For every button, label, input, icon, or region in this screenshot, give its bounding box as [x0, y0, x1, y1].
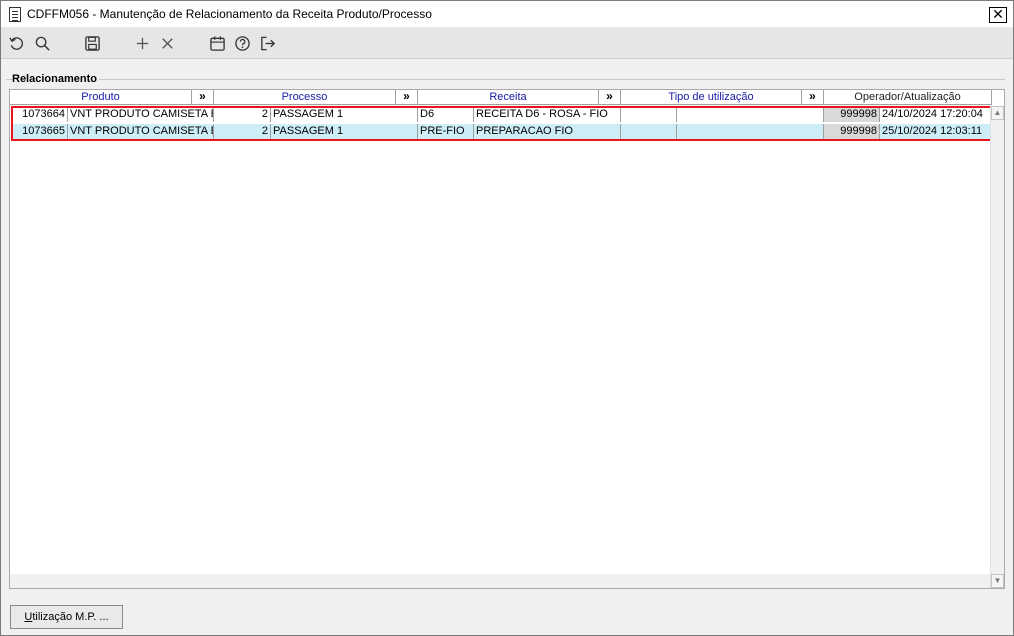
receita-desc-cell[interactable]: PREPARACAO FIO [474, 124, 621, 139]
produto-code-cell[interactable]: 1073665 [11, 124, 68, 139]
save-icon[interactable] [83, 34, 101, 52]
processo-code-cell[interactable]: 2 [214, 124, 271, 139]
tipo-desc-cell[interactable] [677, 107, 824, 122]
relationship-grid[interactable]: Produto » Processo » Receita » Tipo de u… [9, 89, 1005, 589]
tipo-desc-cell[interactable] [677, 124, 824, 139]
header-tipo-more[interactable]: » [802, 90, 824, 105]
header-produto[interactable]: Produto [10, 90, 192, 105]
scroll-down-icon[interactable]: ▼ [991, 574, 1004, 588]
button-label: tilização M.P. ... [32, 611, 109, 623]
table-row-selected[interactable]: 1073665 VNT PRODUTO CAMISETA ES 2 PASSAG… [11, 123, 991, 140]
header-produto-more[interactable]: » [192, 90, 214, 105]
help-icon[interactable] [233, 34, 251, 52]
receita-code-cell[interactable]: D6 [418, 107, 474, 122]
header-processo-more[interactable]: » [396, 90, 418, 105]
horizontal-scroll-strip [10, 574, 990, 588]
add-icon[interactable] [133, 34, 151, 52]
group-separator [6, 79, 1005, 80]
refresh-icon[interactable] [7, 34, 25, 52]
window-title: CDFFM056 - Manutenção de Relacionamento … [27, 7, 432, 21]
header-tipo-utilizacao[interactable]: Tipo de utilização [621, 90, 802, 105]
processo-desc-cell[interactable]: PASSAGEM 1 [271, 107, 418, 122]
operador-cell: 999998 [824, 124, 880, 139]
close-button[interactable]: ✕ [989, 7, 1007, 23]
exit-icon[interactable] [258, 34, 276, 52]
header-receita[interactable]: Receita [418, 90, 599, 105]
produto-desc-cell[interactable]: VNT PRODUTO CAMISETA ES [68, 124, 214, 139]
header-operador[interactable]: Operador/Atualização [824, 90, 992, 105]
receita-code-cell[interactable]: PRE-FIO [418, 124, 474, 139]
calendar-icon[interactable] [208, 34, 226, 52]
table-row[interactable]: 1073664 VNT PRODUTO CAMISETA ES 2 PASSAG… [11, 106, 991, 123]
scroll-up-icon[interactable]: ▲ [991, 106, 1004, 120]
produto-code-cell[interactable]: 1073664 [11, 107, 68, 122]
processo-code-cell[interactable]: 2 [214, 107, 271, 122]
tipo-code-cell[interactable] [621, 124, 677, 139]
produto-desc-cell[interactable]: VNT PRODUTO CAMISETA ES [68, 107, 214, 122]
title-bar: CDFFM056 - Manutenção de Relacionamento … [1, 1, 1013, 27]
grid-header: Produto » Processo » Receita » Tipo de u… [10, 90, 992, 105]
atualizacao-cell: 24/10/2024 17:20:04 [880, 107, 991, 122]
delete-icon[interactable] [158, 34, 176, 52]
header-processo[interactable]: Processo [214, 90, 396, 105]
group-label: Relacionamento [12, 73, 99, 85]
header-receita-more[interactable]: » [599, 90, 621, 105]
utilizacao-mp-button[interactable]: Utilização M.P. ... [10, 605, 123, 629]
vertical-scrollbar[interactable]: ▲ ▼ [990, 106, 1004, 588]
main-window: CDFFM056 - Manutenção de Relacionamento … [0, 0, 1014, 636]
operador-cell: 999998 [824, 107, 880, 122]
tipo-code-cell[interactable] [621, 107, 677, 122]
processo-desc-cell[interactable]: PASSAGEM 1 [271, 124, 418, 139]
atualizacao-cell: 25/10/2024 12:03:11 [880, 124, 991, 139]
search-icon[interactable] [33, 34, 51, 52]
toolbar [1, 27, 1013, 59]
document-icon [9, 7, 21, 22]
receita-desc-cell[interactable]: RECEITA D6 - ROSA - FIO [474, 107, 621, 122]
